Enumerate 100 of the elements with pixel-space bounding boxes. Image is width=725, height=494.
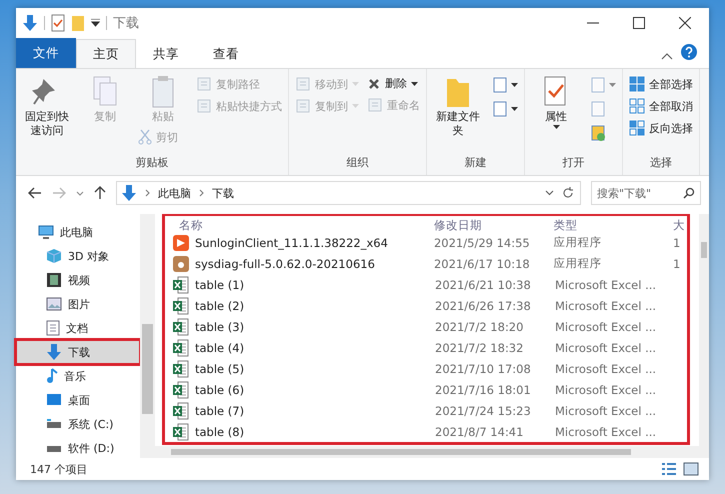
monitor-icon [38,225,54,239]
nav-item[interactable]: 此电脑 [16,220,140,244]
group-label: 组织 [346,155,370,171]
document-icon [491,100,509,118]
breadcrumb[interactable]: 此电脑 [158,186,191,200]
document-icon [46,320,60,336]
details-view-icon[interactable] [661,462,677,476]
ribbon-button[interactable]: 全部取消 [627,95,695,117]
caret-icon[interactable] [91,19,100,27]
film-icon [46,272,62,288]
modified-date: 2021/8/7 14:41 [435,424,524,438]
grid-icon [629,76,645,92]
back-arrow-icon[interactable] [28,187,42,199]
file-name[interactable]: sysdiag-full-5.0.62.0-20210616 [173,256,434,272]
file-name[interactable]: table (1) [173,276,435,294]
checklist-icon[interactable] [51,14,65,32]
file-name[interactable]: table (7) [173,402,435,420]
column-header[interactable]: 名称 [173,218,434,232]
file-type: Microsoft Excel ... [555,382,658,396]
file-name[interactable]: table (8) [173,422,435,440]
grid-icon [629,120,645,136]
column-header[interactable]: 大 [673,218,687,232]
caret-icon[interactable] [545,190,554,196]
scrollbar[interactable] [140,214,155,458]
modified-date: 2021/7/24 15:23 [435,404,532,418]
nav-item[interactable]: 音乐 [16,364,140,388]
file-type: Microsoft Excel ... [555,340,658,354]
grid-icon [629,98,645,114]
modified-date: 2021/7/2 18:20 [435,320,524,334]
nav-item[interactable]: 下载 [16,340,140,364]
music-note-icon [46,368,58,384]
spreadsheet-icon [173,338,189,356]
file-type: Microsoft Excel ... [555,404,658,418]
ribbon-button[interactable]: 属性 [529,73,583,132]
modified-date: 2021/6/17 10:18 [434,256,531,270]
file-name[interactable]: table (5) [173,360,435,378]
document-icon [295,98,311,114]
up-arrow-icon[interactable] [94,186,106,200]
search-icon [683,187,695,199]
ribbon-tab[interactable]: 共享 [136,40,196,68]
close-icon[interactable] [679,17,691,29]
file-type: Microsoft Excel ... [555,362,658,376]
address-bar[interactable]: 此电脑 下载 [116,181,581,205]
spreadsheet-icon [173,276,189,294]
file-size: 1 [673,256,682,270]
ribbon-button[interactable]: 固定到快速访问 [20,73,74,141]
modified-date: 2021/7/10 17:08 [435,362,532,376]
collapse-ribbon-icon[interactable] [661,52,673,60]
chevron-right-icon [145,189,150,197]
nav-item[interactable]: 3D 对象 [16,244,140,268]
ribbon-button[interactable]: 反向选择 [627,117,695,139]
down-arrow-icon [121,184,137,202]
drive-icon [46,443,62,453]
nav-item[interactable]: 文档 [16,316,140,340]
scrollbar[interactable] [699,214,709,458]
search-field[interactable]: 搜索"下载" [591,181,701,205]
ribbon-tab[interactable]: 主页 [76,39,136,69]
nav-item[interactable]: 软件 (D:) [16,436,140,460]
file-name[interactable]: table (6) [173,380,435,398]
item-count: 147 个项目 [30,462,88,476]
file-type: Microsoft Excel ... [555,278,658,292]
file-name[interactable]: table (4) [173,338,435,356]
nav-item[interactable]: 图片 [16,292,140,316]
down-arrow-icon[interactable] [22,14,38,32]
desktop-icon [46,393,62,407]
file-type: Microsoft Excel ... [555,298,658,312]
group-label: 选择 [649,155,673,171]
modified-date: 2021/7/2 18:32 [435,340,524,354]
modified-date: 2021/7/16 18:01 [435,382,532,396]
breadcrumb[interactable]: 下载 [212,186,234,200]
cube-icon [46,248,62,264]
refresh-icon[interactable] [562,187,574,199]
column-header[interactable]: 类型 [554,218,674,232]
ribbon-button[interactable]: 全部选择 [627,73,695,95]
nav-item[interactable]: 桌面 [16,388,140,412]
ribbon-button[interactable]: 新建文件夹 [431,73,485,141]
ribbon-tab[interactable]: 查看 [196,40,256,68]
large-icons-view-icon[interactable] [683,462,699,476]
down-arrow-icon [46,343,62,361]
scissors-icon [138,129,152,146]
document-icon [589,100,607,118]
nav-item[interactable]: 系统 (C:) [16,412,140,436]
ribbon-button[interactable]: 删除 [365,73,422,94]
modified-date: 2021/6/21 10:38 [435,278,532,292]
file-name[interactable]: table (2) [173,296,435,314]
file-tab[interactable]: 文件 [16,38,76,68]
modified-date: 2021/5/29 14:55 [434,236,531,250]
file-name[interactable]: SunloginClient_11.1.1.38222_x64 [173,234,434,250]
maximize-icon[interactable] [633,17,645,29]
help-icon[interactable] [681,44,697,60]
nav-item[interactable]: 视频 [16,268,140,292]
group-label: 新建 [464,155,488,171]
document-icon [491,76,509,94]
spreadsheet-icon [173,318,189,336]
file-name[interactable]: table (3) [173,318,435,336]
file-size: 1 [673,236,682,250]
column-header[interactable]: 修改日期 [434,218,554,232]
document-icon [196,98,212,114]
document-icon [589,124,607,142]
window-title: 下载 [113,15,139,32]
